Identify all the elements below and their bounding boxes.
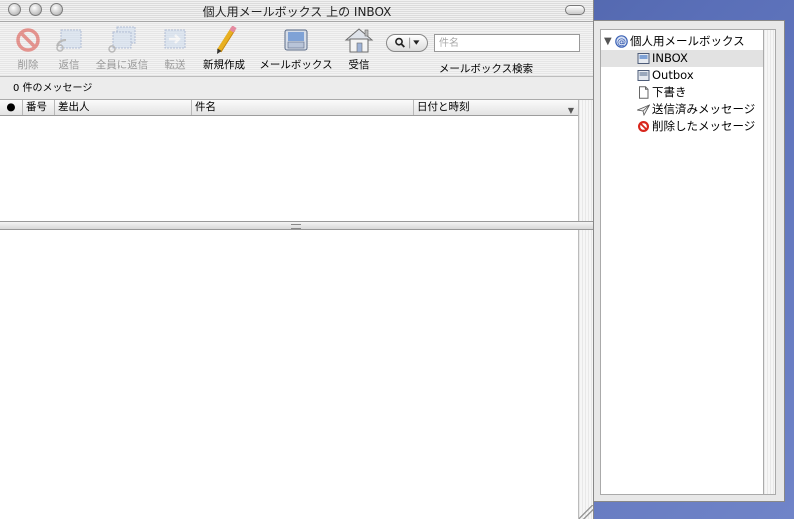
forward-icon <box>164 29 186 49</box>
column-date[interactable]: 日付と時刻 ▼ <box>414 100 578 115</box>
message-count-status: 0 件のメッセージ <box>13 83 93 94</box>
mailbox-root-row[interactable]: ▼ @ 個人用メールボックス <box>601 33 763 50</box>
mailbox-item-label: INBOX <box>652 51 688 65</box>
reply-button[interactable]: 返信 <box>50 26 88 74</box>
pencil-icon <box>216 26 237 54</box>
mailbox-item-trash[interactable]: 削除したメッセージ <box>601 118 763 135</box>
disclosure-triangle-icon[interactable]: ▼ <box>604 33 612 50</box>
mailbox-item-label: Outbox <box>652 68 694 82</box>
outbox-icon <box>637 70 650 81</box>
drawer-scrollbar[interactable] <box>764 29 776 495</box>
reply-label: 返信 <box>58 59 80 71</box>
mailbox-button[interactable]: メールボックス <box>256 26 336 74</box>
window-title: 個人用メールボックス 上の INBOX <box>202 5 392 19</box>
new-message-label: 新規作成 <box>203 59 245 71</box>
get-mail-label: 受信 <box>348 59 370 71</box>
magnifier-icon <box>395 37 420 49</box>
mailbox-item-outbox[interactable]: Outbox <box>601 67 763 84</box>
svg-text:@: @ <box>617 38 626 48</box>
reply-all-icon <box>108 26 136 53</box>
column-header-row: ● 番号 差出人 件名 日付と時刻 ▼ <box>0 100 578 116</box>
mailbox-item-drafts[interactable]: 下書き <box>601 84 763 101</box>
preview-scrollbar[interactable] <box>578 230 593 519</box>
reply-icon <box>56 29 82 52</box>
column-from[interactable]: 差出人 <box>55 100 192 115</box>
search-box <box>386 34 580 54</box>
mailbox-label: メールボックス <box>259 59 333 71</box>
window-resize-grip[interactable] <box>579 505 593 519</box>
search-input[interactable] <box>434 34 580 52</box>
mailbox-item-label: 送信済みメッセージ <box>652 102 756 116</box>
forward-button[interactable]: 転送 <box>158 26 192 74</box>
at-sign-icon: @ <box>615 35 628 48</box>
mailbox-drawer: ▼ @ 個人用メールボックス INBOX Outbox 下書き 送信済みメッセー… <box>594 20 785 502</box>
message-preview-pane[interactable] <box>0 230 593 519</box>
splitter-grip-icon <box>291 224 301 229</box>
delete-label: 削除 <box>17 59 39 71</box>
column-subject[interactable]: 件名 <box>192 100 414 115</box>
mailbox-item-label: 下書き <box>652 85 687 99</box>
reply-all-label: 全員に返信 <box>95 59 149 71</box>
delete-icon <box>16 28 40 52</box>
column-unread[interactable]: ● <box>0 100 23 115</box>
reply-all-button[interactable]: 全員に返信 <box>94 26 150 74</box>
pane-splitter[interactable] <box>0 221 593 230</box>
column-number[interactable]: 番号 <box>23 100 55 115</box>
drafts-icon <box>639 86 649 99</box>
mailbox-tray-icon <box>284 29 308 51</box>
search-field-menu[interactable] <box>386 34 428 52</box>
sent-icon <box>637 104 650 116</box>
new-message-button[interactable]: 新規作成 <box>200 26 248 74</box>
toolbar-toggle-button[interactable] <box>565 5 585 15</box>
mailbox-item-label: 削除したメッセージ <box>652 119 756 133</box>
list-scrollbar[interactable] <box>578 100 593 221</box>
forward-label: 転送 <box>164 59 186 71</box>
mail-window: 個人用メールボックス 上の INBOX 削除 返信 全員に返信 転送 新規作成 … <box>0 0 594 519</box>
mailbox-root-label: 個人用メールボックス <box>630 34 745 48</box>
sort-descending-icon[interactable]: ▼ <box>568 103 574 115</box>
title-bar[interactable]: 個人用メールボックス 上の INBOX <box>0 0 593 22</box>
mailbox-tree: ▼ @ 個人用メールボックス INBOX Outbox 下書き 送信済みメッセー… <box>600 29 764 495</box>
column-date-label: 日付と時刻 <box>417 101 470 113</box>
mailbox-item-inbox[interactable]: INBOX <box>601 50 763 67</box>
unread-dot-icon: ● <box>6 101 16 113</box>
delete-button[interactable]: 削除 <box>8 26 48 74</box>
get-mail-button[interactable]: 受信 <box>342 26 376 74</box>
inbox-icon <box>637 53 650 64</box>
trash-icon <box>638 121 649 132</box>
message-list[interactable]: ● 番号 差出人 件名 日付と時刻 ▼ <box>0 99 593 221</box>
search-label: メールボックス検索 <box>438 63 534 75</box>
mailbox-item-sent[interactable]: 送信済みメッセージ <box>601 101 763 118</box>
house-icon <box>344 28 374 53</box>
